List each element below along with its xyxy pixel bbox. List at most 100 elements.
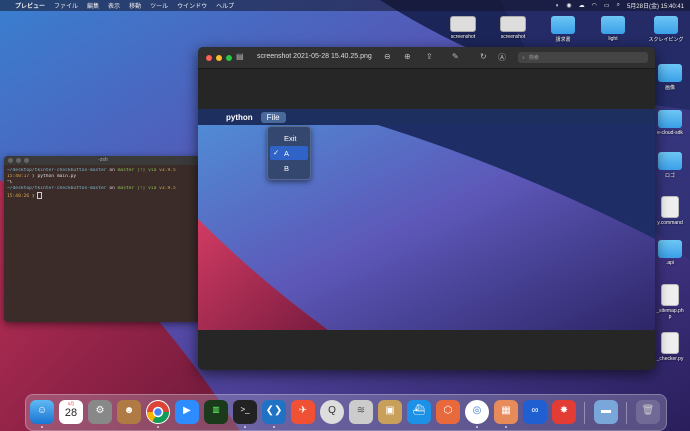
annotate-icon[interactable]: Ⓐ [498, 52, 506, 63]
folder-icon [658, 152, 682, 170]
checkmark-icon: ✓ [273, 148, 280, 157]
desktop-item[interactable]: .api [652, 240, 688, 266]
postman-icon[interactable]: ✈ [291, 400, 315, 424]
folder-icon [551, 16, 575, 34]
terminal-title: -zsh [98, 157, 108, 163]
dock: ☺ 5月 28 ⚙ ☻ ▶ ▥ >_ ❮❯ ✈ Q ≋ ▣ ⛴ ⬡ ◎ ▦ ∞ … [25, 394, 667, 431]
battery-icon[interactable]: ▭ [604, 2, 610, 9]
search-placeholder: 検索 [528, 55, 539, 61]
activity-monitor-icon[interactable]: ▥ [204, 400, 228, 424]
archive-utility-icon[interactable]: ▣ [378, 400, 402, 424]
document-icon [661, 332, 679, 354]
window-title: screenshot 2021-05-28 15.40.25.png [257, 53, 372, 60]
terminal-window[interactable]: -zsh ~/desktop/tkinter-checkbutton-maste… [4, 156, 202, 322]
share-icon[interactable]: ⇪ [426, 52, 433, 61]
menu-app-name[interactable]: プレビュー [15, 1, 45, 10]
desktop-item[interactable]: 請求書 [542, 16, 584, 43]
calendar-icon[interactable]: 5月 28 [59, 400, 83, 424]
sequel-pro-icon[interactable]: ≋ [349, 400, 373, 424]
running-indicator [505, 426, 507, 428]
wifi-icon[interactable]: ◠ [592, 2, 597, 9]
zoom-out-icon[interactable]: ⊖ [384, 52, 391, 61]
menu-edit[interactable]: 編集 [87, 1, 99, 10]
status-icon[interactable]: ☁ [579, 2, 585, 9]
vscode-icon[interactable]: ❮❯ [262, 400, 286, 424]
menu-file[interactable]: ファイル [54, 1, 78, 10]
downloads-stack-icon[interactable]: ▬ [594, 400, 618, 424]
menu-help[interactable]: ヘルプ [216, 1, 234, 10]
file-dropdown-menu: Exit ✓ A B [267, 126, 311, 180]
menu-item-a: ✓ A [270, 146, 308, 160]
infinity-app-icon[interactable]: ∞ [523, 400, 547, 424]
clock-app-icon[interactable]: ✸ [552, 400, 576, 424]
running-indicator [157, 426, 159, 428]
terminal-icon[interactable]: >_ [233, 400, 257, 424]
finder-icon[interactable]: ☺ [30, 400, 54, 424]
menu-go[interactable]: 移動 [129, 1, 141, 10]
preview-app-icon[interactable]: ◎ [465, 400, 489, 424]
terminal-output[interactable]: ~/desktop/tkinter-checkbutton-master on … [4, 165, 202, 203]
close-button[interactable] [206, 55, 212, 61]
folder-icon [658, 110, 682, 128]
menu-view[interactable]: 表示 [108, 1, 120, 10]
document-icon [661, 284, 679, 306]
menu-tools[interactable]: ツール [150, 1, 168, 10]
desktop-item[interactable]: 画像 [652, 64, 688, 91]
status-icon[interactable]: ◉ [566, 2, 571, 9]
desktop-item[interactable]: ロゴ [652, 152, 688, 179]
terminal-titlebar[interactable]: -zsh [4, 156, 202, 165]
folder-icon [654, 16, 678, 34]
search-icon: ⌕ [522, 54, 525, 61]
terminal-cursor [37, 192, 43, 199]
desktop-item[interactable]: e-cloud-sdk [652, 110, 688, 136]
folder-icon [601, 16, 625, 34]
desktop-item[interactable]: screenshot [492, 16, 534, 40]
desktop-item[interactable]: スクレイピング [644, 16, 688, 43]
desktop-item[interactable]: _sitemap.ph p [652, 284, 688, 320]
menu-window[interactable]: ウインドウ [177, 1, 207, 10]
running-indicator [476, 426, 478, 428]
zoom-button[interactable] [226, 55, 232, 61]
preview-toolbar[interactable]: ▤ screenshot 2021-05-28 15.40.25.png ⊖ ⊕… [198, 47, 655, 69]
desktop-item[interactable]: light [592, 16, 634, 42]
zoom-in-icon[interactable]: ⊕ [404, 52, 411, 61]
dock-separator [626, 402, 627, 424]
document-icon [661, 196, 679, 218]
sourcetree-icon[interactable]: ⬡ [436, 400, 460, 424]
running-indicator [273, 426, 275, 428]
clock[interactable]: 5月28日(金) 15:40:41 [627, 1, 684, 10]
folder-icon [658, 64, 682, 82]
status-icon[interactable]: ◐ [556, 3, 560, 9]
chrome-icon[interactable] [146, 400, 170, 424]
zoom-icon[interactable]: ▶ [175, 400, 199, 424]
dock-separator [584, 402, 585, 424]
preview-window[interactable]: ▤ screenshot 2021-05-28 15.40.25.png ⊖ ⊕… [198, 47, 655, 370]
screenshot-thumbnail-icon [450, 16, 476, 32]
quicktime-icon[interactable]: Q [320, 400, 344, 424]
trash-icon[interactable]: 🗑 [636, 400, 660, 424]
contacts-icon[interactable]: ☻ [117, 400, 141, 424]
markup-icon[interactable]: ✎ [452, 52, 459, 61]
system-preferences-icon[interactable]: ⚙ [88, 400, 112, 424]
status-area: ◐ ◉ ☁ ◠ ▭ ⌕ 5月28日(金) 15:40:41 [556, 0, 684, 11]
menu-item-b: B [284, 164, 290, 173]
search-icon[interactable]: ⌕ [617, 2, 620, 9]
screenshot-thumbnail-icon [500, 16, 526, 32]
python-app-menubar: python File [198, 109, 655, 125]
search-field[interactable]: ⌕ 検索 [518, 52, 648, 63]
terminal-line: 15:40:26 ❯ [7, 192, 199, 200]
desktop-item[interactable]: y.command [652, 196, 688, 226]
menu-item-exit: Exit [284, 134, 297, 143]
rotate-icon[interactable]: ↻ [480, 52, 487, 61]
file-menu: File [260, 111, 286, 123]
running-indicator [41, 426, 43, 428]
photos-viewer-icon[interactable]: ▦ [494, 400, 518, 424]
python-app-name: python [226, 112, 253, 122]
sidebar-toggle-icon[interactable]: ▤ [236, 52, 244, 61]
running-indicator [244, 426, 246, 428]
desktop-item[interactable]: screenshot [442, 16, 484, 40]
desktop-item[interactable]: _checker.py [652, 332, 688, 362]
minimize-button[interactable] [216, 55, 222, 61]
docker-icon[interactable]: ⛴ [407, 400, 431, 424]
menu-bar: プレビュー ファイル 編集 表示 移動 ツール ウインドウ ヘルプ ◐ ◉ ☁ … [0, 0, 690, 11]
